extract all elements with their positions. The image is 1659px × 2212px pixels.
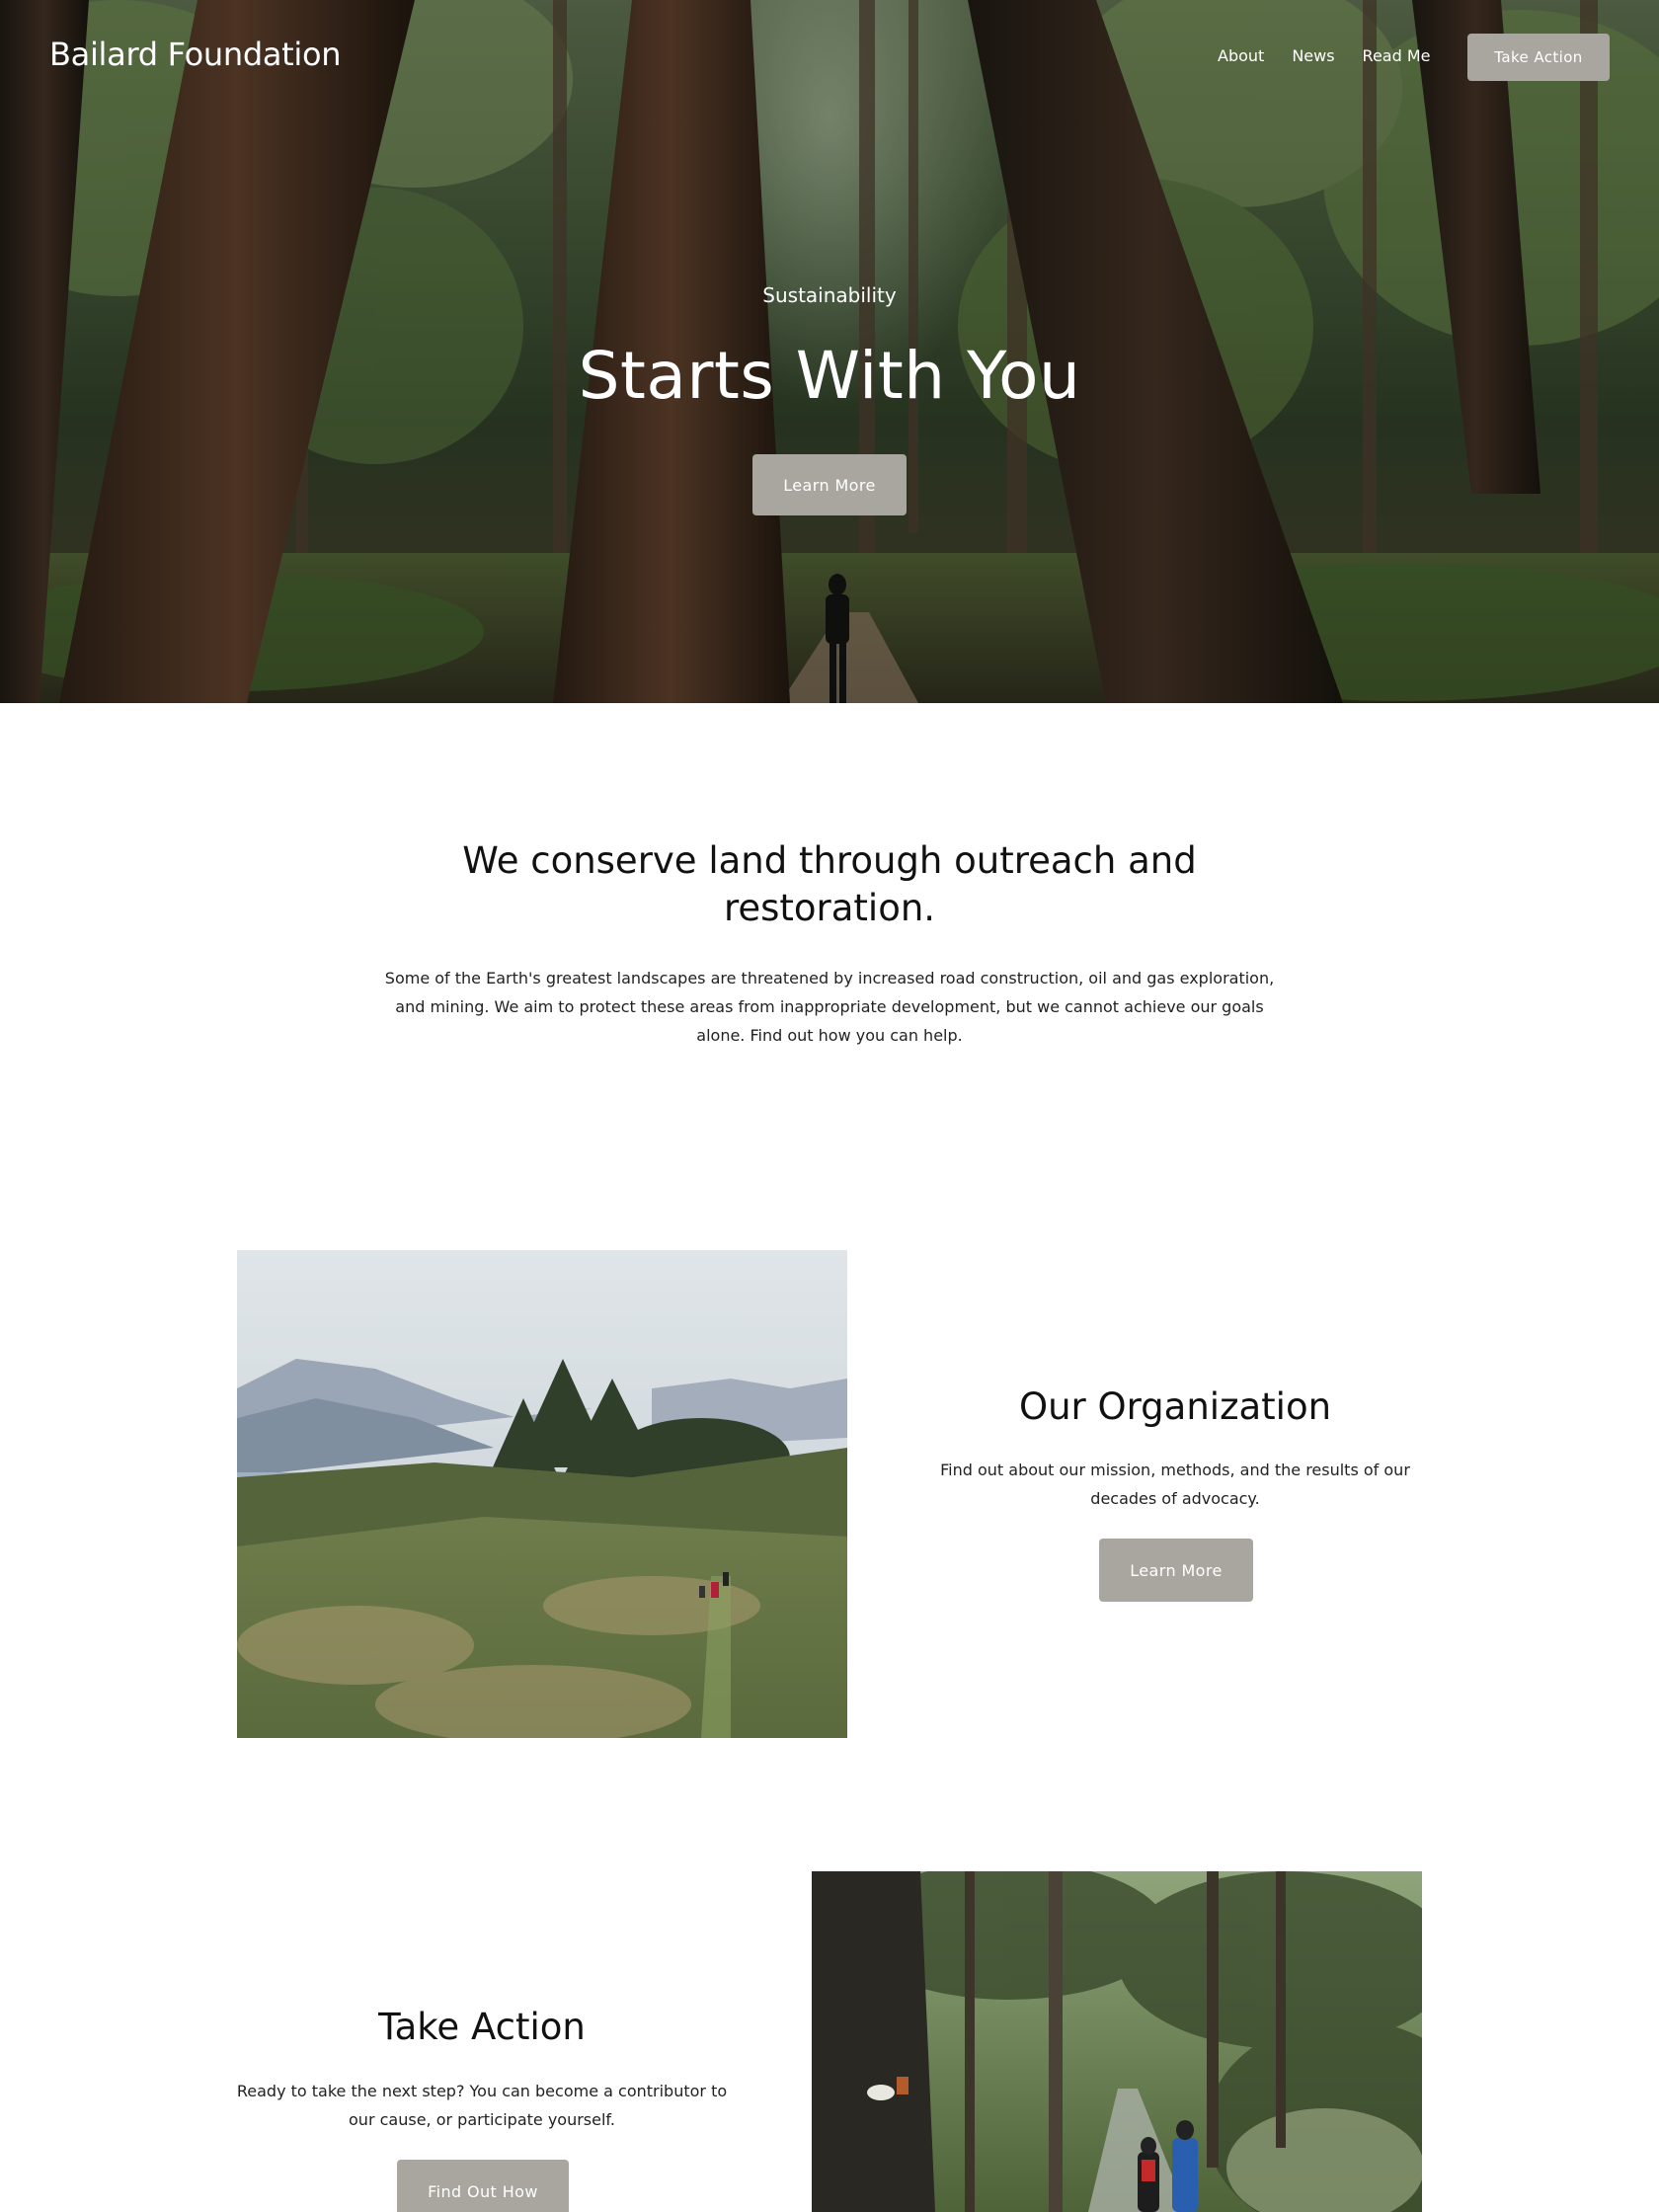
nav-link-news[interactable]: News <box>1292 46 1334 65</box>
organization-title: Our Organization <box>1018 1385 1332 1428</box>
nav-link-about[interactable]: About <box>1218 46 1264 65</box>
hero-kicker: Sustainability <box>762 283 897 307</box>
organization-landscape-image <box>237 1250 847 1738</box>
organization-learn-more-button[interactable]: Learn More <box>1099 1539 1253 1602</box>
nav-link-read-me[interactable]: Read Me <box>1363 46 1431 65</box>
hero-learn-more-button[interactable]: Learn More <box>752 454 907 515</box>
take-action-text: Ready to take the next step? You can bec… <box>236 2082 728 2129</box>
site-title[interactable]: Bailard Foundation <box>49 36 342 73</box>
organization-text: Find out about our mission, methods, and… <box>940 1461 1410 1508</box>
find-out-how-button[interactable]: Find Out How <box>397 2160 569 2212</box>
main-nav: About News Read Me <box>1218 46 1430 65</box>
intro-text: Some of the Earth's greatest landscapes … <box>384 969 1275 1045</box>
take-action-header-button[interactable]: Take Action <box>1467 34 1610 81</box>
hero-section: Bailard Foundation About News Read Me Ta… <box>0 0 1659 703</box>
hero-title: Starts With You <box>578 338 1081 414</box>
take-action-forest-image <box>812 1871 1422 2212</box>
take-action-title: Take Action <box>378 2006 586 2048</box>
intro-heading: We conserve land through outreach and re… <box>462 839 1197 929</box>
